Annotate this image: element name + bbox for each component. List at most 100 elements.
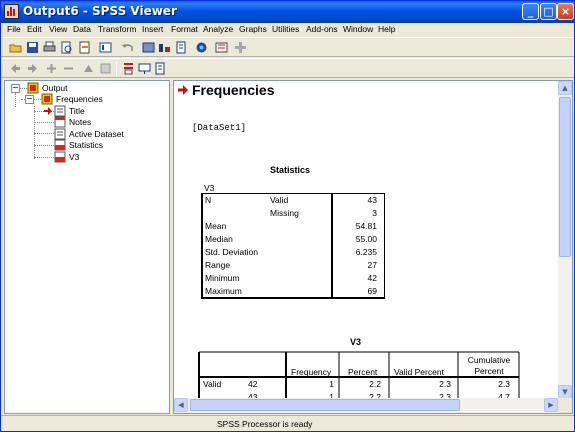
frequencies-book-icon (41, 93, 53, 105)
print-icon[interactable] (43, 41, 56, 54)
tree-item-statistics[interactable]: Statistics (69, 140, 103, 150)
menu-bar: File Edit View Data Transform Insert For… (1, 23, 574, 37)
stat-row-label: N (205, 195, 212, 205)
freq-row-cumulative: 2.3 (498, 379, 510, 389)
heading-arrow-icon (178, 85, 188, 95)
promote-icon[interactable] (9, 62, 22, 75)
vertical-scrollbar[interactable]: ▲ ▼ (558, 81, 572, 399)
freq-row-valid-percent: 2.3 (439, 379, 451, 389)
output-heading: Frequencies (192, 82, 275, 98)
stat-row-value: 55.00 (355, 234, 377, 244)
collapse-icon[interactable] (62, 62, 75, 75)
save-icon[interactable] (26, 41, 39, 54)
menu-transform[interactable]: Transform (98, 24, 136, 34)
title-bar: Output6 - SPSS Viewer _ □ × (1, 1, 574, 23)
tree-item-output[interactable]: Output (42, 83, 68, 93)
tree-item-notes[interactable]: Notes (69, 117, 91, 127)
stat-row-label: Range (205, 260, 231, 270)
use-sets-icon[interactable] (195, 41, 208, 54)
freq-row-group: Valid (203, 379, 222, 389)
tree-item-active-dataset[interactable]: Active Dataset (69, 129, 124, 139)
spss-app-icon (4, 4, 19, 19)
freq-header-cumulative-percent: Cumulative Percent (467, 355, 511, 376)
demote-icon[interactable] (26, 62, 39, 75)
maximize-button[interactable]: □ (540, 3, 557, 20)
stat-row-sub: Valid (270, 195, 289, 205)
close-button[interactable]: × (557, 3, 574, 20)
vertical-scroll-thumb[interactable] (559, 97, 571, 257)
menu-graphs[interactable]: Graphs (239, 24, 267, 34)
freq-row-value: 42 (248, 379, 258, 389)
stat-row-label: Median (205, 234, 233, 244)
menu-utilities[interactable]: Utilities (272, 24, 299, 34)
window-title: Output6 - SPSS Viewer (23, 4, 177, 18)
menu-analyze[interactable]: Analyze (203, 24, 233, 34)
select-cases-icon[interactable] (215, 41, 228, 54)
content-pane[interactable]: Frequencies [DataSet1] Statistics V3 N V… (173, 80, 573, 414)
menu-edit[interactable]: Edit (27, 24, 42, 34)
goto-data-icon[interactable] (142, 41, 155, 54)
scroll-right-button[interactable]: ▶ (544, 398, 558, 412)
undo-icon[interactable] (121, 41, 134, 54)
tree-collapse-toggle-frequencies[interactable]: − (25, 95, 34, 104)
menu-format[interactable]: Format (171, 24, 198, 34)
freq-row-frequency: 1 (329, 379, 334, 389)
main-toolbar (1, 37, 574, 57)
insert-heading-icon[interactable] (122, 62, 135, 75)
print-preview-icon[interactable] (60, 41, 73, 54)
insert-title-icon[interactable] (138, 62, 151, 75)
notes-table-icon (54, 116, 66, 128)
statistics-table-icon (54, 139, 66, 151)
show-icon[interactable] (82, 62, 95, 75)
insert-case-icon[interactable] (234, 41, 247, 54)
status-bar: SPSS Processor is ready (1, 415, 574, 431)
frequency-table-title: V3 (350, 337, 362, 347)
freq-header-valid-percent: Valid Percent (394, 367, 444, 377)
menu-window[interactable]: Window (343, 24, 373, 34)
expand-icon[interactable] (45, 62, 58, 75)
menu-help[interactable]: Help (378, 24, 395, 34)
output-book-icon (27, 82, 39, 94)
insert-text-icon[interactable] (154, 62, 167, 75)
outline-pane[interactable]: − Output − Frequencies Title Notes Activ… (4, 80, 170, 414)
stat-row-value: 6.235 (355, 247, 377, 257)
menu-addons[interactable]: Add-ons (306, 24, 338, 34)
export-icon[interactable] (78, 41, 91, 54)
stat-row-label: Mean (205, 221, 227, 231)
stat-row-label: Std. Deviation (205, 247, 258, 257)
goto-case-icon[interactable] (158, 41, 171, 54)
scroll-down-button[interactable]: ▼ (558, 385, 572, 399)
tree-item-frequencies[interactable]: Frequencies (56, 94, 103, 104)
outline-toolbar (1, 58, 574, 78)
statistics-table-title: Statistics (270, 165, 311, 175)
recall-dialog-icon[interactable] (99, 41, 112, 54)
stat-row-value: 43 (367, 195, 377, 205)
statistics-variable-label: V3 (204, 183, 215, 193)
freq-row-percent: 2.2 (369, 379, 381, 389)
minimize-button[interactable]: _ (522, 3, 539, 20)
stat-row-value: 42 (367, 273, 377, 283)
open-folder-icon[interactable] (9, 41, 22, 54)
horizontal-scroll-thumb[interactable] (190, 399, 460, 411)
v3-table-icon (54, 151, 66, 163)
stat-row-value: 69 (367, 286, 377, 296)
stat-row-label: Minimum (205, 273, 240, 283)
spss-viewer-window: Output6 - SPSS Viewer _ □ × File Edit Vi… (0, 0, 575, 432)
stat-row-value: 27 (367, 260, 377, 270)
tree-collapse-toggle-output[interactable]: − (11, 84, 20, 93)
menu-insert[interactable]: Insert (142, 24, 163, 34)
tree-item-v3[interactable]: V3 (69, 152, 79, 162)
dataset-label: [DataSet1] (192, 123, 247, 133)
current-item-arrow-icon (44, 107, 52, 115)
stat-row-label: Maximum (205, 286, 242, 296)
horizontal-scrollbar[interactable]: ◀ ▶ (174, 398, 572, 413)
scroll-left-button[interactable]: ◀ (174, 398, 188, 412)
menu-file[interactable]: File (7, 24, 21, 34)
menu-view[interactable]: View (49, 24, 67, 34)
variables-icon[interactable] (175, 41, 188, 54)
hide-icon[interactable] (99, 62, 112, 75)
tree-item-title[interactable]: Title (69, 106, 85, 116)
scroll-up-button[interactable]: ▲ (558, 81, 572, 95)
freq-header-frequency: Frequency (291, 367, 332, 377)
menu-data[interactable]: Data (73, 24, 91, 34)
